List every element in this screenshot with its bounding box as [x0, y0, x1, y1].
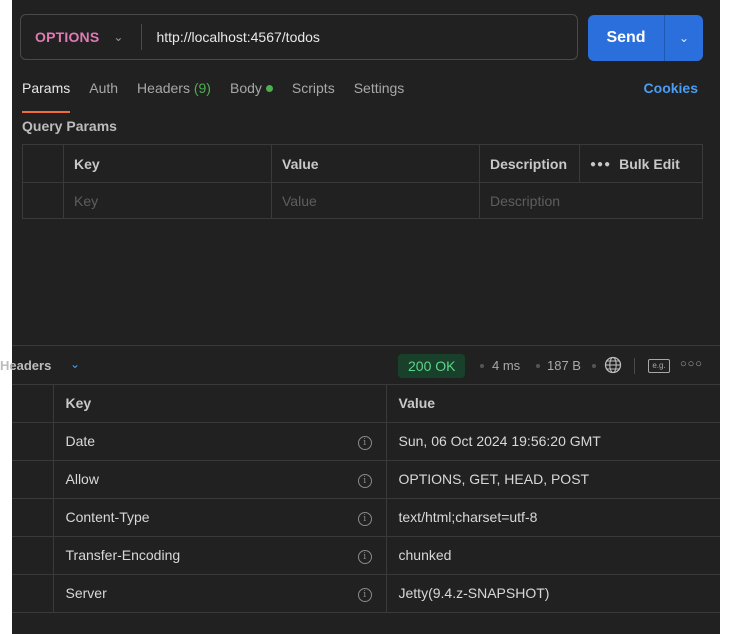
spacer-cell	[12, 422, 54, 461]
status-badge[interactable]: 200 OK	[398, 354, 466, 378]
example-icon[interactable]: e.g.	[648, 359, 670, 373]
divider	[141, 24, 143, 50]
separator-dot	[592, 364, 596, 368]
header-value: Sun, 06 Oct 2024 19:56:20 GMT	[386, 422, 720, 461]
bulk-edit-button[interactable]: ●●● Bulk Edit	[579, 144, 703, 183]
response-size[interactable]: 187 B	[547, 358, 581, 373]
response-headers-table: Key Value Date i Sun, 06 Oct 2024 19:56:…	[12, 384, 720, 613]
column-header-value: Value	[386, 384, 720, 423]
tab-scripts[interactable]: Scripts	[292, 80, 335, 106]
response-tab-headers[interactable]: Headers	[0, 358, 51, 373]
tab-settings[interactable]: Settings	[354, 80, 405, 106]
more-icon: ●●●	[590, 158, 612, 170]
spacer-cell	[12, 536, 54, 575]
header-key: Date	[53, 422, 344, 461]
info-cell: i	[344, 422, 387, 461]
table-row: Allow i OPTIONS, GET, HEAD, POST	[12, 460, 720, 499]
url-bar: OPTIONS ⌄ http://localhost:4567/todos	[20, 14, 578, 60]
tab-body[interactable]: Body	[230, 80, 273, 106]
tab-auth[interactable]: Auth	[89, 80, 118, 106]
divider	[634, 358, 635, 374]
response-toolbar: Headers ⌄ 200 OK 4 ms 187 B e.g. ○○○	[0, 345, 720, 385]
table-row: Transfer-Encoding i chunked	[12, 536, 720, 575]
tab-body-label: Body	[229, 80, 262, 96]
separator-dot	[536, 364, 540, 368]
key-input[interactable]: Key	[63, 182, 272, 219]
info-cell: i	[344, 574, 387, 613]
headers-count-badge: (9)	[193, 80, 211, 96]
header-key: Allow	[53, 460, 344, 499]
send-button[interactable]: Send	[588, 29, 664, 47]
info-cell: i	[344, 460, 387, 499]
header-value: text/html;charset=utf-8	[386, 498, 720, 537]
table-row: Date i Sun, 06 Oct 2024 19:56:20 GMT	[12, 422, 720, 461]
info-icon[interactable]: i	[357, 512, 372, 526]
info-icon[interactable]: i	[357, 474, 372, 488]
table-header-row: Key Value	[12, 384, 720, 423]
chevron-down-icon[interactable]: ⌄	[113, 30, 123, 44]
spacer-cell	[12, 384, 54, 423]
query-params-title: Query Params	[22, 118, 117, 134]
column-header-key: Key	[53, 384, 344, 423]
spacer-cell	[12, 498, 54, 537]
column-header-key: Key	[63, 144, 272, 183]
tab-params[interactable]: Params	[22, 80, 71, 113]
column-header-description: Description	[479, 144, 580, 183]
info-cell: i	[344, 536, 387, 575]
separator-dot	[480, 364, 484, 368]
column-header-value: Value	[271, 144, 480, 183]
description-input[interactable]: Description	[479, 182, 703, 219]
bulk-edit-label: Bulk Edit	[619, 155, 680, 172]
table-row: Content-Type i text/html;charset=utf-8	[12, 498, 720, 537]
info-icon[interactable]: i	[357, 588, 372, 602]
header-value: Jetty(9.4.z-SNAPSHOT)	[386, 574, 720, 613]
tab-headers[interactable]: Headers (9)	[137, 80, 211, 106]
table-header-row: Key Value Description ●●● Bulk Edit	[22, 144, 703, 183]
spacer-cell	[12, 574, 54, 613]
request-panel: OPTIONS ⌄ http://localhost:4567/todos Se…	[0, 0, 720, 634]
url-input[interactable]: http://localhost:4567/todos	[156, 29, 319, 45]
header-key: Transfer-Encoding	[53, 536, 344, 575]
cookies-link[interactable]: Cookies	[644, 80, 698, 96]
response-time[interactable]: 4 ms	[492, 358, 520, 373]
request-tabs: Params Auth Headers (9) Body Scripts Set…	[22, 80, 423, 113]
spacer-cell	[12, 460, 54, 499]
more-options-icon[interactable]: ○○○	[680, 358, 703, 370]
row-checkbox-cell	[22, 182, 64, 219]
send-options-chevron-icon[interactable]: ⌄	[665, 31, 703, 45]
globe-icon[interactable]	[604, 356, 622, 374]
method-selector[interactable]: OPTIONS	[35, 29, 99, 45]
send-button-group: Send ⌄	[588, 15, 703, 61]
table-row: Server i Jetty(9.4.z-SNAPSHOT)	[12, 574, 720, 613]
checkbox-column	[22, 144, 64, 183]
info-icon[interactable]: i	[357, 436, 372, 450]
header-value: chunked	[386, 536, 720, 575]
table-row: Key Value Description	[22, 182, 703, 219]
info-cell: i	[344, 498, 387, 537]
tab-headers-label: Headers	[137, 80, 190, 96]
chevron-down-icon[interactable]: ⌄	[70, 357, 80, 371]
header-key: Content-Type	[53, 498, 344, 537]
spacer-cell	[344, 384, 387, 423]
header-key: Server	[53, 574, 344, 613]
query-params-table: Key Value Description ●●● Bulk Edit Key V…	[22, 144, 703, 219]
value-input[interactable]: Value	[271, 182, 480, 219]
header-value: OPTIONS, GET, HEAD, POST	[386, 460, 720, 499]
body-indicator-dot	[265, 85, 273, 92]
info-icon[interactable]: i	[357, 550, 372, 564]
